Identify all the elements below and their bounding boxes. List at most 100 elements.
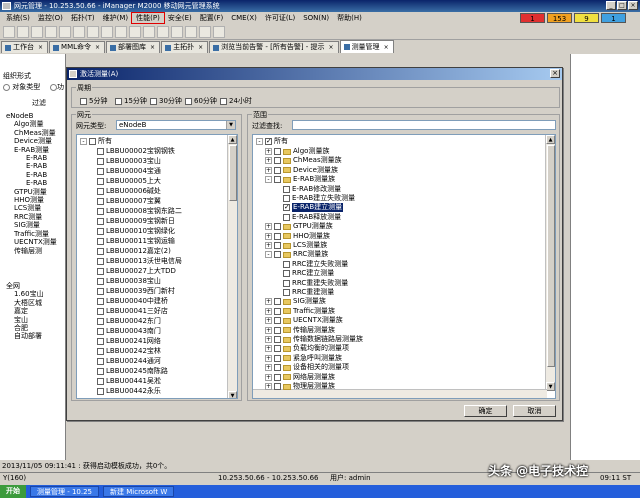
collapse-icon[interactable]: - (265, 176, 272, 184)
tab-close-icon[interactable]: × (384, 42, 389, 53)
ne-list-scrollbar[interactable]: ▲ ▼ (227, 135, 237, 398)
ne-checkbox[interactable] (97, 238, 104, 245)
ne-checkbox[interactable] (97, 388, 104, 395)
scope-checkbox[interactable] (274, 317, 281, 325)
left-tree-item[interactable]: E-RAB (4, 171, 57, 179)
tab-5[interactable]: 测量管理 × (339, 40, 394, 53)
ne-checkbox[interactable] (97, 198, 104, 205)
ne-checkbox[interactable] (97, 338, 104, 345)
ne-type-select[interactable]: eNodeB ▼ (116, 120, 236, 130)
alarm-count-badge[interactable]: 9 (574, 13, 599, 23)
ne-list-item[interactable]: LBBU00041三好店 (97, 307, 168, 316)
period-option[interactable]: 60分钟 (185, 96, 217, 106)
left-tree-item[interactable]: LCS测量 (4, 204, 57, 212)
scroll-thumb[interactable] (229, 145, 237, 201)
scroll-thumb[interactable] (547, 145, 555, 367)
scope-tree-item[interactable]: + Device测量族 (265, 166, 338, 175)
expand-icon[interactable]: + (265, 354, 272, 362)
period-checkbox[interactable] (80, 97, 87, 105)
scope-tree-item[interactable]: + ChMeas测量族 (265, 156, 342, 165)
ne-checkbox[interactable] (97, 378, 104, 385)
tab-close-icon[interactable]: × (329, 42, 334, 53)
left-tree-item[interactable]: GTPU测量 (4, 188, 57, 196)
scope-tree-item[interactable]: - RRC测量族 (265, 250, 328, 259)
network-tree-item[interactable]: 大梧区城 (4, 299, 44, 307)
toolbar-button-icon[interactable] (143, 25, 155, 38)
toolbar-button-icon[interactable] (73, 25, 85, 38)
period-checkbox[interactable] (150, 97, 157, 105)
toolbar-button-icon[interactable] (45, 25, 57, 38)
scope-checkbox[interactable] (274, 251, 281, 259)
network-tree-item[interactable]: 自动部署 (4, 332, 44, 340)
ne-list-item[interactable]: LBBU00043南门 (97, 327, 161, 336)
scope-tree-item[interactable]: + LCS测量族 (265, 241, 327, 250)
toolbar-button-icon[interactable] (115, 25, 127, 38)
expand-icon[interactable]: + (265, 383, 272, 390)
menu-item-0[interactable]: 系统(S) (2, 13, 34, 23)
scope-tree-item[interactable]: + 传输层测量族 (265, 326, 335, 335)
toolbar-button-icon[interactable] (199, 25, 211, 38)
scroll-up-icon[interactable]: ▲ (228, 135, 237, 144)
scope-tree-item[interactable]: E-RAB修改测量 (283, 185, 341, 194)
ne-list-item[interactable]: LBBU00442永乐 (97, 387, 161, 396)
toolbar-button-icon[interactable] (171, 25, 183, 38)
left-tree-item[interactable]: SIG测量 (4, 221, 57, 229)
ne-list-item[interactable]: LBBU00027上大TDD (97, 267, 176, 276)
toolbar-button-icon[interactable] (31, 25, 43, 38)
ne-checkbox[interactable] (97, 248, 104, 255)
toolbar-button-icon[interactable] (17, 25, 29, 38)
toolbar-button-icon[interactable] (185, 25, 197, 38)
scope-checkbox[interactable] (274, 336, 281, 343)
scope-tree-item[interactable]: + 设备相关的测量项 (265, 363, 349, 372)
expand-icon[interactable]: + (265, 336, 272, 343)
ne-checkbox[interactable] (97, 368, 104, 375)
taskbar-item-word[interactable]: 新建 Microsoft W (103, 486, 175, 497)
ne-checkbox[interactable] (97, 308, 104, 315)
left-tree-item[interactable]: Traffic测量 (4, 230, 57, 238)
scope-checkbox[interactable] (274, 232, 281, 240)
menu-item-10[interactable]: 帮助(H) (333, 13, 366, 23)
tab-4[interactable]: 浏览当前告警 - [所有告警] - 提示 × (209, 41, 339, 53)
scope-tree-scrollbar[interactable]: ▲ ▼ (545, 135, 555, 391)
ne-list-item[interactable]: LBBU00441吴淞 (97, 377, 161, 386)
scope-checkbox[interactable] (283, 279, 290, 287)
ne-list-item[interactable]: LBBU00039西门新村 (97, 287, 175, 296)
ne-list-item[interactable]: LBBU00005上大 (97, 177, 161, 186)
object-type-radio[interactable]: 对象类型 (3, 82, 40, 92)
ne-list-item[interactable]: LBBU00006碱处 (97, 187, 161, 196)
scope-tree-item[interactable]: + UECNTX测量族 (265, 316, 343, 325)
scope-tree-item[interactable]: E-RAB建立失败测量 (283, 194, 355, 203)
tab-close-icon[interactable]: × (198, 42, 203, 53)
ne-checkbox[interactable] (97, 158, 104, 165)
scope-checkbox[interactable] (274, 373, 281, 381)
ne-list-item[interactable]: LBBU00038宝山 (97, 277, 161, 286)
ne-list-item[interactable]: LBBU00011宝钢运输 (97, 237, 175, 246)
dialog-close-button[interactable]: × (550, 69, 560, 78)
close-button[interactable]: × (628, 1, 638, 10)
menu-item-5[interactable]: 安全(E) (164, 13, 196, 23)
menu-item-2[interactable]: 拓扑(T) (67, 13, 99, 23)
left-tree-item[interactable]: ChMeas测量 (4, 129, 57, 137)
scope-tree-item[interactable]: E-RAB释放测量 (283, 213, 341, 222)
scope-tree-item[interactable]: + 负载均衡的测量项 (265, 344, 349, 353)
scope-tree-root[interactable]: - 所有 (256, 137, 288, 146)
ne-list-item[interactable]: LBBU00009宝钢新日 (97, 217, 175, 226)
scope-checkbox[interactable] (283, 185, 290, 193)
scope-root-checkbox[interactable] (265, 137, 272, 146)
ne-list-item[interactable]: LBBU00040中建桥 (97, 297, 168, 306)
ne-checkbox[interactable] (97, 318, 104, 325)
expand-icon[interactable]: + (265, 345, 272, 353)
ne-list-item[interactable]: LBBU00003宝山 (97, 157, 161, 166)
left-tree-item[interactable]: E-RAB (4, 162, 57, 170)
scope-checkbox[interactable] (283, 289, 290, 296)
ne-list-item[interactable]: LBBU00008宝钢东路二 (97, 207, 182, 216)
menu-item-4[interactable]: 性能(P) (131, 12, 165, 24)
expand-icon[interactable]: + (265, 364, 272, 372)
expand-icon[interactable]: + (265, 242, 272, 249)
scope-checkbox[interactable] (274, 298, 281, 306)
function-radio[interactable]: 功 (50, 82, 64, 92)
ne-checkbox[interactable] (97, 148, 104, 155)
tab-3[interactable]: 主拓扑 × (161, 41, 209, 53)
toolbar-button-icon[interactable] (87, 25, 99, 38)
ne-checkbox[interactable] (97, 288, 104, 295)
